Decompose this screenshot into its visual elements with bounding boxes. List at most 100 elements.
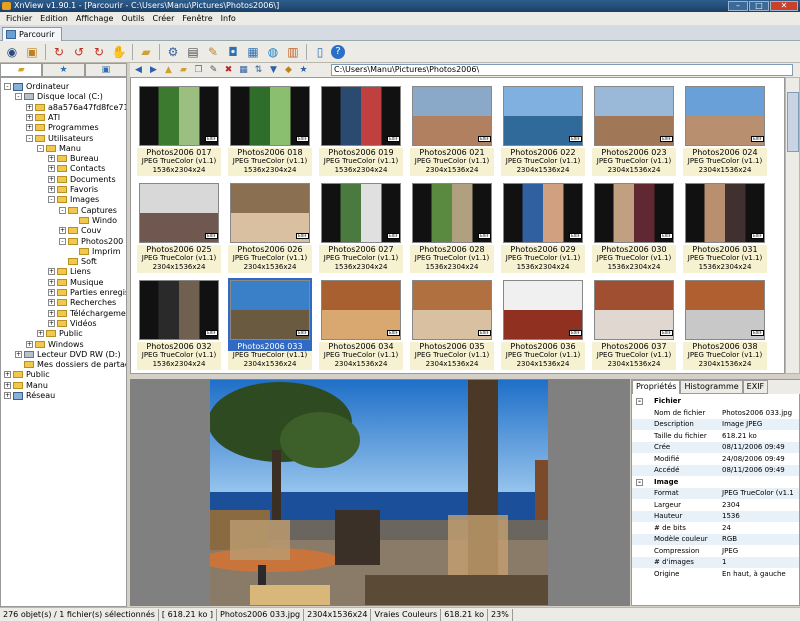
minimize-button[interactable]: – bbox=[728, 1, 748, 11]
tag-icon[interactable]: ◆ bbox=[282, 65, 295, 75]
slideshow-icon[interactable]: ▦ bbox=[244, 43, 262, 61]
refresh-icon[interactable]: ↻ bbox=[50, 43, 68, 61]
thumbnail-item[interactable]: EXIF Photos2006 036 JPEG TrueColor (v1.1) 2… bbox=[498, 275, 588, 372]
new-folder-icon[interactable]: ▰ bbox=[177, 65, 190, 75]
expand-toggle-icon[interactable]: + bbox=[26, 113, 33, 121]
expand-toggle-icon[interactable]: - bbox=[26, 134, 33, 142]
delete-icon[interactable]: ✖ bbox=[222, 65, 235, 75]
menu-fichier[interactable]: Fichier bbox=[2, 14, 36, 23]
expand-toggle-icon[interactable]: + bbox=[26, 340, 33, 348]
expand-toggle-icon[interactable]: - bbox=[59, 237, 66, 245]
sort-icon[interactable]: ⇅ bbox=[252, 65, 265, 75]
expand-toggle-icon[interactable]: + bbox=[4, 381, 11, 389]
hand-icon[interactable]: ✋ bbox=[110, 43, 128, 61]
thumbnail-scrollbar[interactable] bbox=[785, 77, 800, 374]
thumbnail-item[interactable]: EXIF Photos2006 017 JPEG TrueColor (v1.1) 1… bbox=[134, 81, 224, 178]
expand-toggle-icon[interactable]: + bbox=[48, 186, 55, 193]
thumbnail-item[interactable]: EXIF Photos2006 024 JPEG TrueColor (v1.1) 2… bbox=[680, 81, 770, 178]
panel-icon[interactable]: ▯ bbox=[311, 43, 329, 61]
copy-icon[interactable]: ❐ bbox=[192, 65, 205, 75]
menu-creer[interactable]: Créer bbox=[149, 14, 179, 23]
thumbnail-item[interactable]: EXIF Photos2006 028 JPEG TrueColor (v1.1) 1… bbox=[407, 178, 497, 275]
menu-info[interactable]: Info bbox=[217, 14, 240, 23]
print-icon[interactable]: ▤ bbox=[184, 43, 202, 61]
expand-toggle-icon[interactable]: + bbox=[4, 371, 11, 379]
thumbnail-item[interactable]: EXIF Photos2006 033 JPEG TrueColor (v1.1) 2… bbox=[225, 275, 315, 372]
up-folder-icon[interactable]: ▲ bbox=[162, 65, 175, 75]
scan-icon[interactable]: ✎ bbox=[204, 43, 222, 61]
thumbnail-item[interactable]: EXIF Photos2006 037 JPEG TrueColor (v1.1) 2… bbox=[589, 275, 679, 372]
filter-icon[interactable]: ▼ bbox=[267, 65, 280, 75]
thumbnail-item[interactable]: EXIF Photos2006 030 JPEG TrueColor (v1.1) 1… bbox=[589, 178, 679, 275]
expand-toggle-icon[interactable]: + bbox=[26, 124, 33, 132]
expand-toggle-icon[interactable]: + bbox=[26, 103, 33, 111]
expand-toggle-icon[interactable]: - bbox=[37, 144, 44, 152]
tab-favorites[interactable]: ★ bbox=[42, 63, 85, 77]
open-folder-icon[interactable]: ▰ bbox=[137, 43, 155, 61]
rotate-right-icon[interactable]: ↻ bbox=[90, 43, 108, 61]
expand-toggle-icon[interactable]: - bbox=[4, 83, 11, 90]
collapse-toggle-icon[interactable]: – bbox=[636, 398, 643, 405]
browse-icon[interactable]: ▣ bbox=[23, 43, 41, 61]
expand-toggle-icon[interactable]: - bbox=[15, 93, 22, 101]
menu-edition[interactable]: Edition bbox=[36, 14, 72, 23]
expand-toggle-icon[interactable]: + bbox=[37, 330, 44, 338]
expand-toggle-icon[interactable]: + bbox=[48, 175, 55, 183]
expand-toggle-icon[interactable]: + bbox=[48, 165, 55, 173]
tree-item[interactable]: + Réseau bbox=[4, 390, 55, 401]
help-icon[interactable]: ? bbox=[331, 44, 345, 59]
thumbnail-item[interactable]: EXIF Photos2006 021 JPEG TrueColor (v1.1) 2… bbox=[407, 81, 497, 178]
expand-toggle-icon[interactable]: + bbox=[59, 227, 66, 235]
tab-parcourir[interactable]: Parcourir bbox=[2, 27, 62, 41]
thumbnail-item[interactable]: EXIF Photos2006 022 JPEG TrueColor (v1.1) 2… bbox=[498, 81, 588, 178]
thumbnail-item[interactable]: EXIF Photos2006 027 JPEG TrueColor (v1.1) 1… bbox=[316, 178, 406, 275]
thumbnail-item[interactable]: EXIF Photos2006 029 JPEG TrueColor (v1.1) 1… bbox=[498, 178, 588, 275]
rename-icon[interactable]: ✎ bbox=[207, 65, 220, 75]
expand-toggle-icon[interactable]: + bbox=[48, 278, 55, 286]
tab-categories[interactable]: ▣ bbox=[84, 63, 127, 77]
rotate-left-icon[interactable]: ↺ bbox=[70, 43, 88, 61]
maximize-button[interactable]: □ bbox=[749, 1, 769, 11]
tab-histogramme[interactable]: Histogramme bbox=[680, 380, 743, 394]
thumbnail-item[interactable]: EXIF Photos2006 019 JPEG TrueColor (v1.1) 1… bbox=[316, 81, 406, 178]
thumbnail-item[interactable]: EXIF Photos2006 018 JPEG TrueColor (v1.1) 1… bbox=[225, 81, 315, 178]
expand-toggle-icon[interactable]: - bbox=[59, 206, 66, 214]
thumbnail-item[interactable]: EXIF Photos2006 034 JPEG TrueColor (v1.1) 2… bbox=[316, 275, 406, 372]
forward-icon[interactable]: ▶ bbox=[147, 65, 160, 75]
property-section[interactable]: – Image bbox=[632, 477, 799, 488]
thumbnail-item[interactable]: EXIF Photos2006 038 JPEG TrueColor (v1.1) 2… bbox=[680, 275, 770, 372]
menu-outils[interactable]: Outils bbox=[117, 14, 148, 23]
menu-affichage[interactable]: Affichage bbox=[72, 14, 118, 23]
expand-toggle-icon[interactable]: + bbox=[48, 289, 55, 296]
expand-toggle-icon[interactable]: + bbox=[48, 309, 55, 317]
tab-proprietes[interactable]: Propriétés bbox=[632, 380, 681, 394]
globe-icon[interactable]: ◍ bbox=[264, 43, 282, 61]
tab-exif[interactable]: EXIF bbox=[742, 380, 769, 394]
close-button[interactable]: ✕ bbox=[770, 1, 798, 11]
property-section[interactable]: – Fichier bbox=[632, 396, 799, 407]
expand-toggle-icon[interactable]: + bbox=[48, 155, 55, 163]
menu-fenetre[interactable]: Fenêtre bbox=[178, 14, 216, 23]
back-icon[interactable]: ◀ bbox=[132, 65, 145, 75]
favorite-star-icon[interactable]: ★ bbox=[297, 65, 310, 75]
thumbnail-item[interactable]: EXIF Photos2006 026 JPEG TrueColor (v1.1) 2… bbox=[225, 178, 315, 275]
thumbnail-item[interactable]: EXIF Photos2006 025 JPEG TrueColor (v1.1) 2… bbox=[134, 178, 224, 275]
thumbnail-item[interactable]: EXIF Photos2006 023 JPEG TrueColor (v1.1) 2… bbox=[589, 81, 679, 178]
thumbnail-item[interactable]: EXIF Photos2006 032 JPEG TrueColor (v1.1) 1… bbox=[134, 275, 224, 372]
expand-toggle-icon[interactable]: + bbox=[4, 392, 11, 399]
thumbnail-item[interactable]: EXIF Photos2006 035 JPEG TrueColor (v1.1) 2… bbox=[407, 275, 497, 372]
expand-toggle-icon[interactable]: + bbox=[48, 319, 55, 327]
camera-icon[interactable]: ◘ bbox=[224, 43, 242, 61]
expand-toggle-icon[interactable]: - bbox=[48, 196, 55, 204]
expand-toggle-icon[interactable]: + bbox=[48, 268, 55, 276]
convert-icon[interactable]: ▥ bbox=[284, 43, 302, 61]
eye-icon[interactable]: ◉ bbox=[3, 43, 21, 61]
scrollbar-thumb[interactable] bbox=[787, 92, 799, 152]
settings-icon[interactable]: ⚙ bbox=[164, 43, 182, 61]
expand-toggle-icon[interactable]: + bbox=[48, 299, 55, 307]
tab-folders[interactable]: ▰ bbox=[0, 63, 43, 77]
thumbnail-item[interactable]: EXIF Photos2006 031 JPEG TrueColor (v1.1) 1… bbox=[680, 178, 770, 275]
address-input[interactable]: C:\Users\Manu\Pictures\Photos2006\ bbox=[331, 64, 793, 76]
view-mode-icon[interactable]: ▦ bbox=[237, 65, 250, 75]
expand-toggle-icon[interactable]: + bbox=[15, 350, 22, 358]
